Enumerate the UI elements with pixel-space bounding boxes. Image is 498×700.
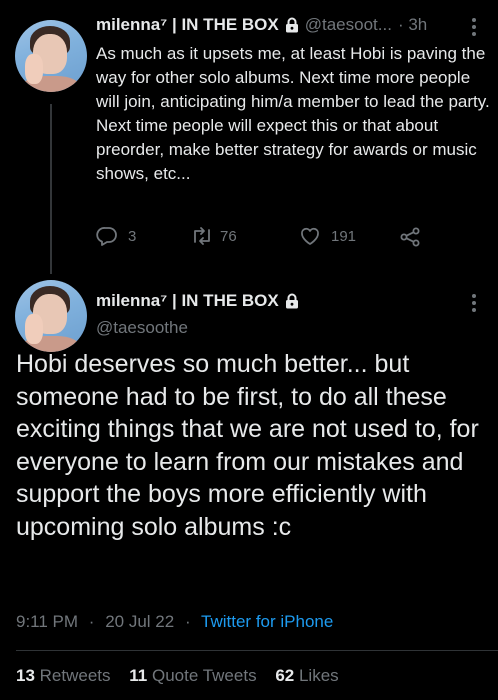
retweet-count: 76 xyxy=(220,227,237,245)
tweet-source-link[interactable]: Twitter for iPhone xyxy=(201,612,333,631)
more-icon[interactable] xyxy=(471,294,477,316)
tweet-time[interactable]: 9:11 PM xyxy=(16,612,78,631)
retweets-stat[interactable]: 13 Retweets xyxy=(16,666,111,685)
main-avatar[interactable] xyxy=(15,280,87,352)
tweet-meta: 9:11 PM · 20 Jul 22 · Twitter for iPhone xyxy=(16,612,333,632)
likes-stat[interactable]: 62 Likes xyxy=(275,666,338,685)
quote-tweets-label: Quote Tweets xyxy=(151,666,257,685)
reply-button[interactable]: 3 xyxy=(96,226,136,246)
main-handle-row: @taesoothe xyxy=(96,318,188,338)
meta-separator: · xyxy=(88,612,95,631)
thread-connector-line xyxy=(50,104,52,274)
share-icon xyxy=(399,226,421,248)
avatar-hand-shape xyxy=(25,314,43,344)
quote-tweets-stat[interactable]: 11 Quote Tweets xyxy=(129,666,256,685)
reply-display-name[interactable]: milenna⁷ | IN THE BOX xyxy=(96,15,279,35)
likes-label: Likes xyxy=(298,666,339,685)
lock-icon xyxy=(285,293,299,309)
lock-icon xyxy=(285,17,299,33)
more-icon[interactable] xyxy=(471,18,477,40)
share-button[interactable] xyxy=(399,226,421,248)
likes-count: 62 xyxy=(275,666,295,685)
main-handle[interactable]: @taesoothe xyxy=(96,318,188,338)
retweets-label: Retweets xyxy=(39,666,111,685)
reply-icon xyxy=(96,226,118,246)
reply-tweet-text: As much as it upsets me, at least Hobi i… xyxy=(96,44,490,183)
like-count: 191 xyxy=(331,227,357,245)
main-display-name[interactable]: milenna⁷ | IN THE BOX xyxy=(96,291,279,311)
reply-timestamp[interactable]: · 3h xyxy=(398,15,427,35)
like-button[interactable]: 191 xyxy=(299,226,356,246)
main-display-name-row: milenna⁷ | IN THE BOX xyxy=(96,291,299,311)
tweet-stats: 13 Retweets 11 Quote Tweets 62 Likes xyxy=(16,666,353,686)
retweet-icon xyxy=(190,226,214,246)
reply-avatar[interactable] xyxy=(15,20,87,92)
reply-count: 3 xyxy=(128,227,137,245)
retweet-button[interactable]: 76 xyxy=(190,226,237,246)
like-icon xyxy=(299,226,321,246)
retweets-count: 13 xyxy=(16,666,35,685)
reply-handle[interactable]: @taesoot... xyxy=(305,15,392,35)
quote-tweets-count: 11 xyxy=(129,666,148,685)
main-tweet-text: Hobi deserves so much better... but some… xyxy=(16,350,479,541)
tweet-date[interactable]: 20 Jul 22 xyxy=(105,612,174,631)
reply-header: milenna⁷ | IN THE BOX @taesoot... · 3h xyxy=(96,15,427,35)
avatar-hand-shape xyxy=(25,54,43,84)
meta-separator: · xyxy=(184,612,191,631)
stats-divider xyxy=(16,650,498,651)
